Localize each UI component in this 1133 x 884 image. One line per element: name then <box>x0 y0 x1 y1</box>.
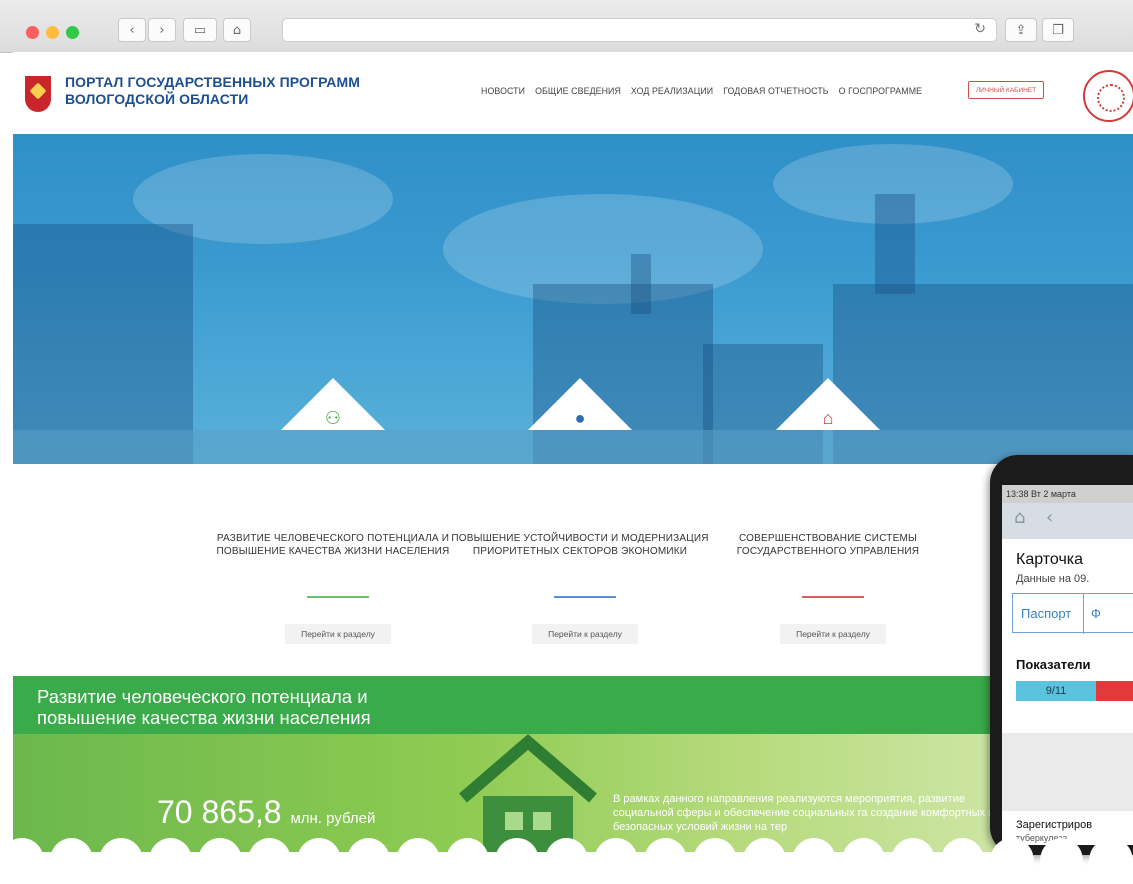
go-to-section-button[interactable]: Перейти к разделу <box>285 624 391 644</box>
direction-title: СОВЕРШЕНСТВОВАНИЕ СИСТЕМЫ ГОСУДАРСТВЕННО… <box>736 533 920 557</box>
tab-second[interactable]: Ф <box>1091 606 1101 621</box>
share-icon: ⇪ <box>1015 22 1027 38</box>
zoom-window-button[interactable] <box>66 26 79 39</box>
tablet-nav-bar: ⌂ ‹ <box>1002 503 1133 539</box>
section-title: Развитие человеческого потенциала и повы… <box>37 686 371 728</box>
person-icon: ● <box>574 408 586 428</box>
card-date: Данные на 09. <box>1016 573 1090 585</box>
reload-icon[interactable]: ↻ <box>974 21 986 37</box>
section-description: В рамках данного направления реализуются… <box>613 793 995 833</box>
back-icon[interactable]: ‹ <box>1046 507 1053 528</box>
top-navigation: НОВОСТИ ОБЩИЕ СВЕДЕНИЯ ХОД РЕАЛИЗАЦИИ ГО… <box>481 86 922 96</box>
section-header: Развитие человеческого потенциала и повы… <box>13 676 1133 734</box>
direction-tile-economy[interactable]: ● ПОВЫШЕНИЕ УСТОЙЧИВОСТИ И МОДЕРНИЗАЦИЯ … <box>450 378 710 652</box>
indicator-bar-remaining <box>1096 681 1133 701</box>
indicators-heading: Показатели <box>1016 657 1091 672</box>
home-button[interactable]: ⌂ <box>223 18 251 42</box>
browser-toolbar: ‹ › ▭ ⌂ ↻ ⇪ ❐ <box>0 0 1133 53</box>
sidebar-button[interactable]: ▭ <box>183 18 217 42</box>
tab-passport[interactable]: Паспорт <box>1021 606 1071 621</box>
budget-amount: 70 865,8 млн. рублей <box>157 794 376 830</box>
section-banner: 70 865,8 млн. рублей В рамках данного на… <box>13 734 1133 852</box>
tablet-screen: 13:38 Вт 2 марта ⌂ ‹ Карточка Данные на … <box>1002 485 1133 845</box>
share-button[interactable]: ⇪ <box>1005 18 1037 42</box>
address-bar[interactable]: ↻ <box>282 18 997 42</box>
card-tabs: Паспорт Ф <box>1012 593 1133 634</box>
go-to-section-button[interactable]: Перейти к разделу <box>780 624 886 644</box>
indicator-bar: 9/11 <box>1016 681 1096 701</box>
region-emblem-icon[interactable] <box>25 76 51 112</box>
seal-logo-icon <box>1083 70 1133 122</box>
go-to-section-button[interactable]: Перейти к разделу <box>532 624 638 644</box>
tablet-mockup: 13:38 Вт 2 марта ⌂ ‹ Карточка Данные на … <box>990 455 1133 855</box>
nav-item-about[interactable]: О ГОСПРОГРАММЕ <box>839 86 922 96</box>
decorative-scallops <box>0 838 1133 884</box>
nav-item-progress[interactable]: ХОД РЕАЛИЗАЦИИ <box>631 86 713 96</box>
nav-item-news[interactable]: НОВОСТИ <box>481 86 525 96</box>
nav-item-general[interactable]: ОБЩИЕ СВЕДЕНИЯ <box>535 86 621 96</box>
forward-icon: › <box>159 22 165 38</box>
registered-label: Зарегистриров <box>1016 819 1093 831</box>
tabs-button[interactable]: ❐ <box>1042 18 1074 42</box>
web-page: ПОРТАЛ ГОСУДАРСТВЕННЫХ ПРОГРАММ ВОЛОГОДС… <box>13 52 1133 852</box>
house-icon <box>459 734 597 852</box>
nav-item-reports[interactable]: ГОДОВАЯ ОТЧЕТНОСТЬ <box>723 86 828 96</box>
forward-button[interactable]: › <box>148 18 176 42</box>
personal-cabinet-button[interactable]: ЛИЧНЫЙ КАБИНЕТ <box>968 81 1044 99</box>
portal-title[interactable]: ПОРТАЛ ГОСУДАРСТВЕННЫХ ПРОГРАММ ВОЛОГОДС… <box>65 74 385 108</box>
government-building-icon: ⌂ <box>822 408 834 428</box>
back-button[interactable]: ‹ <box>118 18 146 42</box>
card-title: Карточка <box>1016 551 1084 568</box>
home-icon: ⌂ <box>232 22 242 38</box>
direction-tile-governance[interactable]: ⌂ СОВЕРШЕНСТВОВАНИЕ СИСТЕМЫ ГОСУДАРСТВЕН… <box>698 378 958 652</box>
direction-title: ПОВЫШЕНИЕ УСТОЙЧИВОСТИ И МОДЕРНИЗАЦИЯ ПР… <box>451 533 709 557</box>
direction-title: РАЗВИТИЕ ЧЕЛОВЕЧЕСКОГО ПОТЕНЦИАЛА И ПОВЫ… <box>216 533 450 557</box>
back-icon: ‹ <box>129 22 135 38</box>
minimize-window-button[interactable] <box>46 26 59 39</box>
home-icon[interactable]: ⌂ <box>1014 507 1025 528</box>
family-icon: ⚇ <box>324 408 342 428</box>
direction-tile-human[interactable]: ⚇ РАЗВИТИЕ ЧЕЛОВЕЧЕСКОГО ПОТЕНЦИАЛА И ПО… <box>203 378 463 652</box>
tabs-icon: ❐ <box>1052 22 1064 38</box>
content-placeholder <box>1002 733 1133 811</box>
tablet-status-bar: 13:38 Вт 2 марта <box>1002 485 1133 503</box>
sidebar-icon: ▭ <box>193 22 207 38</box>
close-window-button[interactable] <box>26 26 39 39</box>
